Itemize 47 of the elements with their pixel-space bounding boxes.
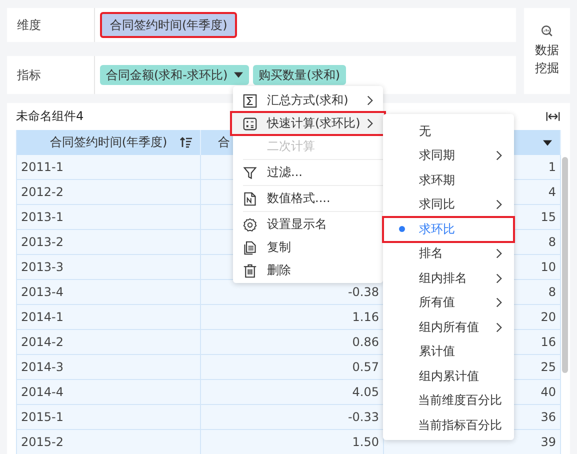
table-cell: 2014-4 — [17, 380, 201, 405]
sigma-icon — [243, 94, 257, 108]
table-cell: 1.16 — [201, 305, 384, 330]
component-title: 未命名组件4 — [16, 108, 84, 125]
data-mining-button[interactable]: 数据挖掘 — [524, 8, 570, 94]
menu-item[interactable]: 过滤... — [233, 161, 383, 184]
table-cell: 0.57 — [201, 355, 384, 380]
submenu-item[interactable]: 无 — [383, 119, 514, 144]
copy-icon — [243, 240, 257, 254]
table-cell: 2012-2 — [17, 180, 201, 205]
magnifier-icon — [541, 25, 554, 37]
settings-icon — [243, 218, 257, 232]
menu-item[interactable]: 复制 — [233, 236, 383, 259]
dimension-chip[interactable]: 合同签约时间(年季度) — [100, 12, 238, 38]
table-cell: 2014-3 — [17, 355, 201, 380]
measure-chip[interactable]: 购买数量(求和) — [252, 65, 346, 85]
table-cell: 4.05 — [201, 380, 384, 405]
menu-item[interactable]: 设置显示名 — [233, 213, 383, 236]
table-cell: 2011-1 — [17, 155, 201, 180]
expand-width-icon[interactable] — [546, 111, 560, 122]
table-cell: 0.86 — [201, 330, 384, 355]
dropdown-icon[interactable] — [543, 140, 552, 146]
menu-item[interactable]: 删除 — [233, 259, 383, 282]
filter-icon — [243, 166, 257, 180]
table-cell: 2015-1 — [17, 405, 201, 430]
sort-icon[interactable] — [180, 137, 192, 148]
scrollbar-thumb[interactable] — [562, 157, 568, 373]
table-cell: 2013-3 — [17, 255, 201, 280]
table-cell: 2013-4 — [17, 280, 201, 305]
table-cell: 2015-2 — [17, 430, 201, 454]
table-cell: -0.33 — [201, 405, 384, 430]
measure-chip[interactable]: 合同金额(求和-求环比) — [100, 65, 249, 85]
menu-item[interactable]: 快速计算(求环比) — [231, 112, 385, 135]
panel-label: 维度 — [7, 8, 95, 42]
table-cell: 2013-2 — [17, 230, 201, 255]
table-cell: 1.50 — [201, 430, 384, 454]
calculator-icon — [243, 116, 257, 130]
selected-dot-icon — [399, 226, 405, 232]
trash-icon — [243, 264, 257, 278]
table-cell: 2014-2 — [17, 330, 201, 355]
table-cell: 2013-1 — [17, 205, 201, 230]
table-cell: 2014-1 — [17, 305, 201, 330]
table-cell: -0.38 — [201, 280, 384, 305]
panel-label: 指标 — [7, 56, 95, 94]
menu-item[interactable]: 数值格式.... — [233, 187, 383, 210]
menu-item[interactable]: 汇总方式(求和) — [233, 89, 383, 112]
document-icon — [243, 192, 257, 206]
